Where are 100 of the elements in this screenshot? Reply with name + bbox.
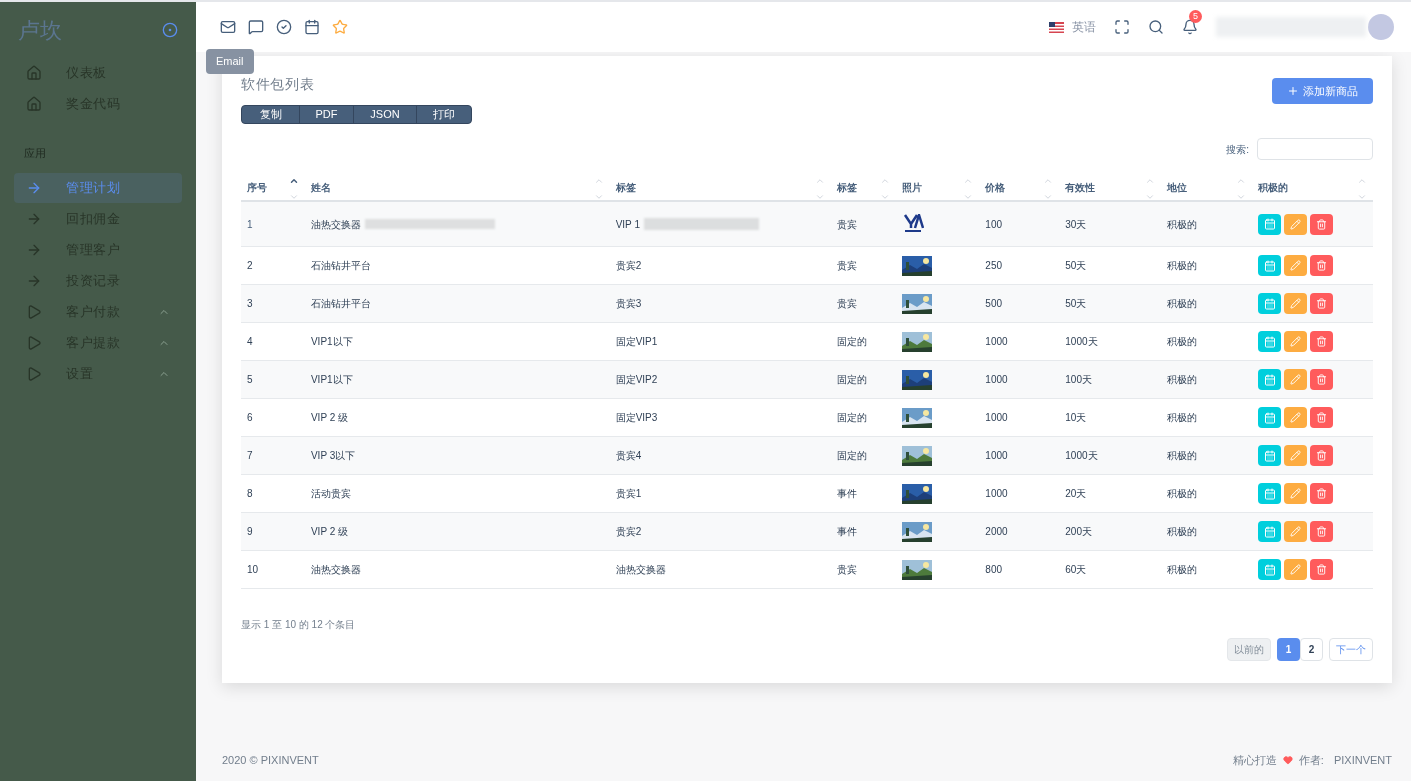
column-header[interactable]: 有效性 xyxy=(1059,170,1162,200)
pencil-icon xyxy=(1290,218,1302,230)
delete-button[interactable] xyxy=(1310,369,1334,390)
edit-button[interactable] xyxy=(1284,559,1308,580)
delete-button[interactable] xyxy=(1310,293,1334,314)
table-cell: 10天 xyxy=(1065,412,1087,423)
delete-button[interactable] xyxy=(1310,559,1334,580)
toggle-icon[interactable] xyxy=(162,22,178,38)
star-icon[interactable] xyxy=(332,19,348,35)
table-cell-text: 石油钻井平台 xyxy=(310,259,371,273)
delete-button[interactable] xyxy=(1310,331,1334,352)
trash-icon xyxy=(1316,298,1328,309)
sort-down-icon xyxy=(1145,192,1156,202)
delete-button[interactable] xyxy=(1310,407,1334,428)
table-cell: 积极的 xyxy=(1167,260,1198,271)
edit-button[interactable] xyxy=(1284,331,1308,352)
details-button[interactable] xyxy=(1258,255,1282,276)
table-cell-text: 贵宾2 xyxy=(615,525,642,539)
column-header[interactable]: 标签 xyxy=(609,170,832,200)
delete-button[interactable] xyxy=(1310,213,1334,235)
details-button[interactable] xyxy=(1258,483,1282,504)
delete-button[interactable] xyxy=(1310,483,1334,504)
table-cell: 4 xyxy=(247,336,253,347)
column-header[interactable]: 照片 xyxy=(896,170,980,200)
table-cell: 事件 xyxy=(837,488,858,499)
search-field[interactable] xyxy=(1257,138,1373,160)
column-header[interactable]: 积极的 xyxy=(1252,170,1373,200)
table-cell: 2 xyxy=(247,260,253,271)
table-cell: 20天 xyxy=(1065,488,1087,499)
edit-button[interactable] xyxy=(1284,521,1308,542)
copyright-text: 2020 © PIXINVENT xyxy=(222,752,319,768)
sort-up-icon xyxy=(288,176,299,186)
flag-icon xyxy=(1049,21,1064,33)
export-button[interactable]: PDF xyxy=(299,106,353,123)
table-cell-text: 油热交换器 xyxy=(310,217,361,232)
details-button[interactable] xyxy=(1258,213,1282,235)
column-header[interactable]: 标签 xyxy=(831,170,897,200)
sort-down-icon xyxy=(1236,192,1247,202)
calendar-icon xyxy=(1263,335,1276,348)
delete-button[interactable] xyxy=(1310,445,1334,466)
table-cell-text: 固定VIP1 xyxy=(615,335,658,349)
page-button[interactable]: 2 xyxy=(1300,638,1323,661)
avatar[interactable] xyxy=(1368,14,1394,40)
export-button[interactable]: 复制 xyxy=(242,106,299,123)
table-cell: 250 xyxy=(985,260,1003,271)
card-title: 软件包列表 xyxy=(241,75,316,94)
export-button[interactable]: JSON xyxy=(353,106,416,123)
column-header[interactable]: 价格 xyxy=(979,170,1060,200)
details-button[interactable] xyxy=(1258,293,1282,314)
column-header[interactable]: 序号 xyxy=(241,170,305,200)
edit-button[interactable] xyxy=(1284,445,1308,466)
table-cell: 贵宾 xyxy=(837,564,858,575)
details-button[interactable] xyxy=(1258,521,1282,542)
table-cell-text: VIP1以下 xyxy=(310,373,353,387)
table-cell: 积极的 xyxy=(1167,298,1198,309)
home-icon xyxy=(26,96,42,112)
details-button[interactable] xyxy=(1258,559,1282,580)
edit-button[interactable] xyxy=(1284,213,1308,235)
credit-text: 精心打造 xyxy=(1232,752,1277,768)
plus-icon xyxy=(1287,85,1299,97)
chat-icon[interactable] xyxy=(248,19,264,35)
details-button[interactable] xyxy=(1258,445,1282,466)
table-cell: 1000 xyxy=(985,374,1008,385)
calendar-icon xyxy=(1263,487,1276,500)
table-cell: 积极的 xyxy=(1167,526,1198,537)
tooltip: Email xyxy=(206,49,254,74)
edit-button[interactable] xyxy=(1284,369,1308,390)
delete-button[interactable] xyxy=(1310,255,1334,276)
bell-icon[interactable] xyxy=(1182,19,1198,35)
export-button[interactable]: 打印 xyxy=(416,106,471,123)
delete-button[interactable] xyxy=(1310,521,1334,542)
author-text: PIXINVENT xyxy=(1333,752,1392,768)
column-header[interactable]: 姓名 xyxy=(304,170,610,200)
edit-button[interactable] xyxy=(1284,255,1308,276)
edit-button[interactable] xyxy=(1284,483,1308,504)
calendar-icon[interactable] xyxy=(304,19,320,35)
table-cell: 积极的 xyxy=(1167,374,1198,385)
next-button[interactable]: 下一个 xyxy=(1329,638,1373,661)
fullscreen-icon[interactable] xyxy=(1114,19,1130,35)
table-cell-text: 石油钻井平台 xyxy=(310,297,371,311)
details-button[interactable] xyxy=(1258,331,1282,352)
arrow-icon xyxy=(26,180,42,196)
search-icon[interactable] xyxy=(1148,19,1164,35)
table-cell-text: 贵宾2 xyxy=(615,259,642,273)
check-circle-icon[interactable] xyxy=(276,19,292,35)
table-cell-text: 贵宾4 xyxy=(615,449,642,463)
table-cell-text: 贵宾3 xyxy=(615,297,642,311)
table-cell: 1000 xyxy=(985,336,1008,347)
pencil-icon xyxy=(1290,526,1302,537)
details-button[interactable] xyxy=(1258,369,1282,390)
edit-button[interactable] xyxy=(1284,407,1308,428)
table-cell: 1 xyxy=(247,218,253,230)
table-cell-text: 活动贵宾 xyxy=(310,487,351,501)
table-cell-text: 贵宾1 xyxy=(615,487,642,501)
column-header[interactable]: 地位 xyxy=(1161,170,1253,200)
edit-button[interactable] xyxy=(1284,293,1308,314)
table-cell: 贵宾 xyxy=(837,298,858,309)
table-cell: 事件 xyxy=(837,526,858,537)
details-button[interactable] xyxy=(1258,407,1282,428)
heart-icon xyxy=(1282,755,1293,765)
